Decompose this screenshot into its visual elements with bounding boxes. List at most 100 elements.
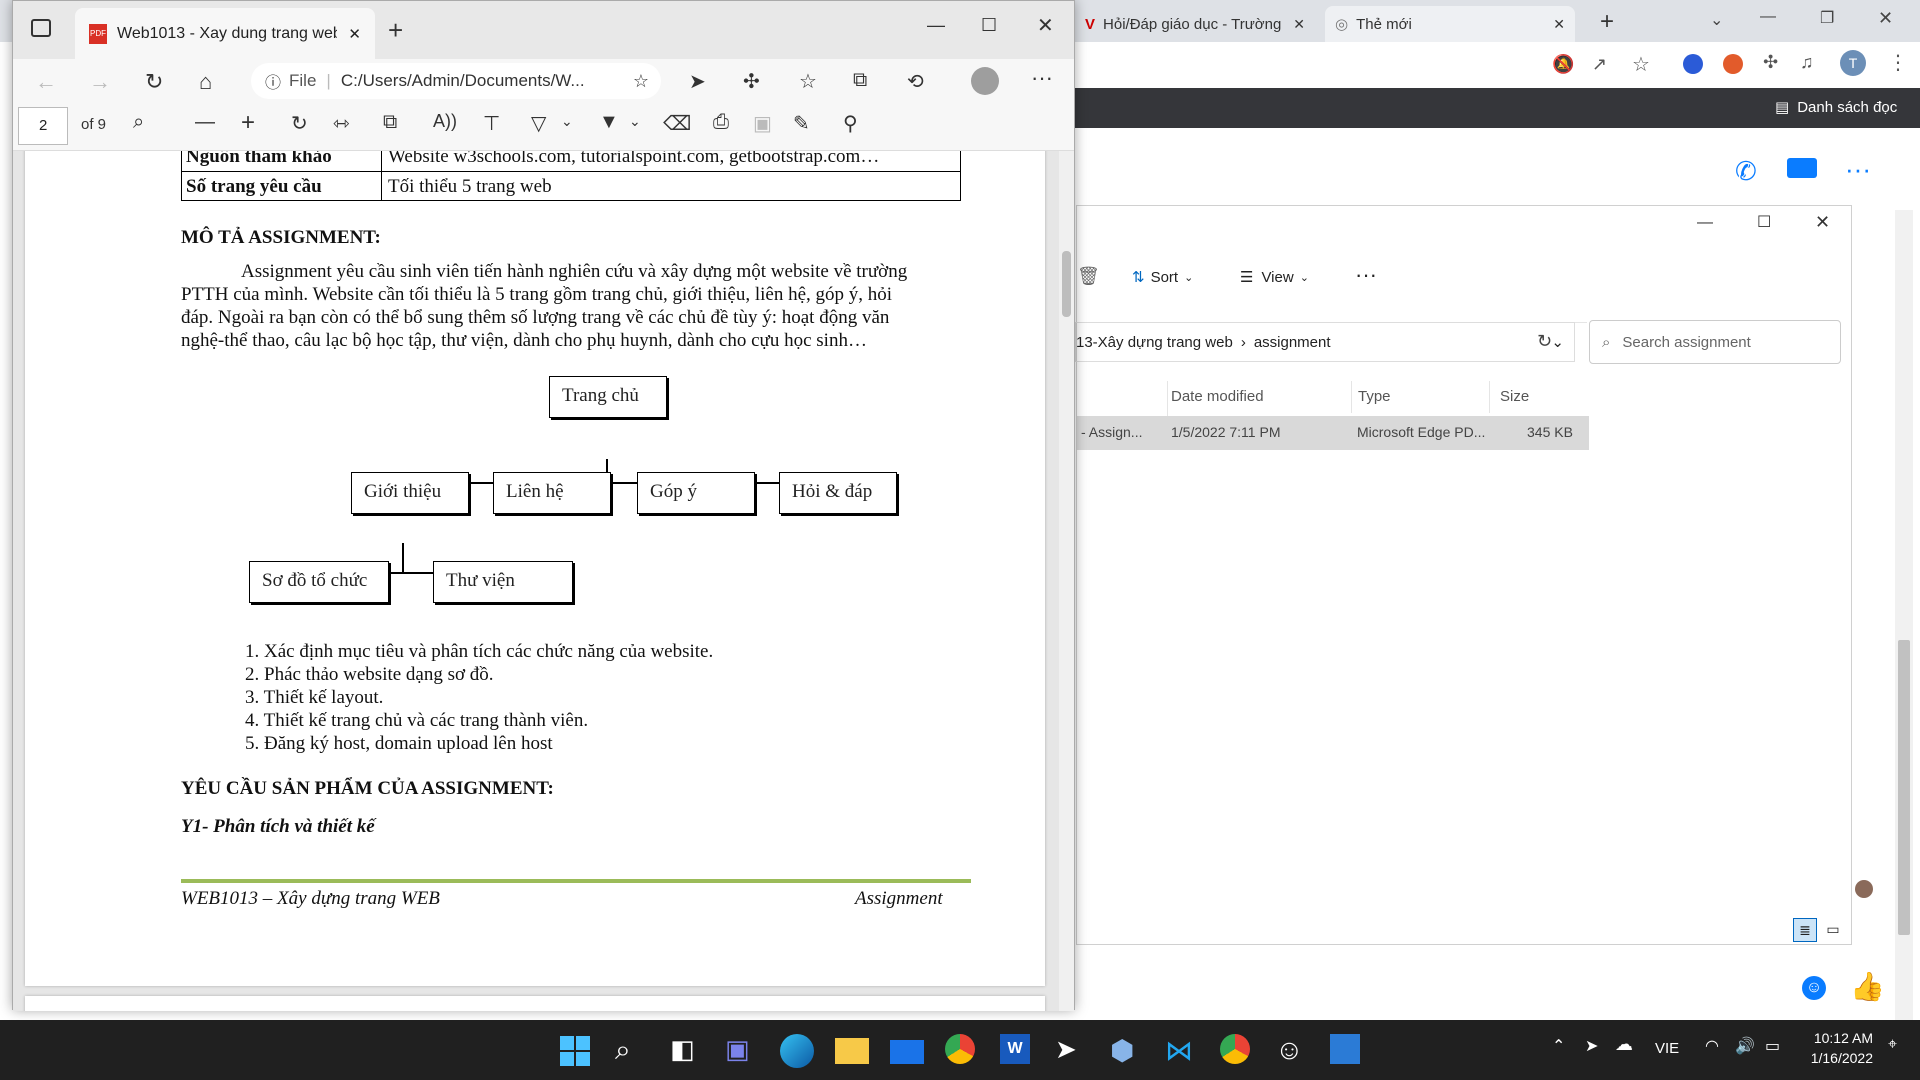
avatar[interactable]: T — [1840, 50, 1866, 76]
scrollbar-thumb[interactable] — [1062, 251, 1071, 317]
highlight-icon[interactable]: ▼ — [599, 111, 619, 134]
edge-tab-active[interactable]: PDF Web1013 - Xay dung trang web ✕ — [75, 8, 375, 59]
read-aloud-icon[interactable]: A)) — [433, 111, 457, 132]
media-icon[interactable]: ♫ — [1800, 52, 1814, 73]
extension-icon[interactable] — [1683, 54, 1703, 74]
collections-icon[interactable]: ⧉ — [853, 69, 867, 92]
file-explorer-icon[interactable] — [835, 1038, 869, 1064]
breadcrumb-item[interactable]: 13-Xây dựng trang web — [1076, 334, 1233, 351]
cursor-tray-icon[interactable]: ➤ — [1585, 1036, 1598, 1056]
star-icon[interactable]: ☆ — [1632, 52, 1650, 77]
minimize-icon[interactable]: — — [1760, 8, 1776, 26]
close-icon[interactable]: ✕ — [348, 25, 361, 43]
close-icon[interactable]: ✕ — [1293, 16, 1305, 33]
zoom-in-icon[interactable]: + — [241, 109, 255, 137]
tab-actions-icon[interactable] — [31, 19, 51, 37]
chevron-up-icon[interactable]: ⌃ — [1552, 1036, 1565, 1056]
text-icon[interactable]: ⊤ — [483, 111, 500, 136]
emoji-icon[interactable]: ☺ — [1802, 976, 1826, 1000]
chevron-down-icon[interactable]: ⌄ — [1710, 10, 1723, 30]
forward-icon[interactable]: → — [89, 69, 111, 95]
refresh-icon[interactable]: ↻ — [145, 69, 163, 95]
mute-icon[interactable]: 🔕 — [1552, 54, 1574, 75]
new-tab-icon[interactable]: + — [388, 15, 403, 46]
address-bar[interactable]: ⓘ File | C:/Users/Admin/Documents/W... ☆ — [251, 63, 661, 99]
print-icon[interactable]: ⎙ — [713, 111, 729, 134]
breadcrumb-item[interactable]: assignment — [1254, 334, 1331, 351]
close-icon[interactable]: ✕ — [1037, 13, 1054, 38]
mail-icon[interactable] — [890, 1040, 924, 1064]
zoom-out-icon[interactable]: — — [195, 111, 215, 134]
page-number-input[interactable]: 2 — [18, 107, 68, 145]
details-view-icon[interactable]: ≣ — [1793, 918, 1817, 942]
more-icon[interactable]: ⋮ — [1888, 50, 1908, 75]
edge-icon[interactable] — [780, 1034, 814, 1068]
word-icon[interactable]: W — [1000, 1034, 1030, 1064]
sort-button[interactable]: ⇅ Sort ⌄ — [1132, 268, 1193, 287]
restore-icon[interactable]: ❐ — [1820, 8, 1834, 28]
search-icon[interactable]: ⌕ — [615, 1034, 649, 1068]
search-input[interactable]: ⌕ Search assignment — [1589, 320, 1841, 364]
chrome-icon[interactable] — [945, 1034, 975, 1064]
minimize-icon[interactable]: — — [1697, 214, 1713, 232]
chat-icon[interactable]: ▣ — [725, 1034, 759, 1068]
extension-icon[interactable] — [1723, 54, 1743, 74]
search-icon[interactable]: ⌕ — [133, 111, 144, 134]
maximize-icon[interactable]: ☐ — [1757, 212, 1771, 232]
avatar[interactable] — [971, 67, 999, 95]
video-icon[interactable] — [1787, 158, 1817, 178]
close-icon[interactable]: ✕ — [1878, 8, 1893, 29]
chevron-down-icon[interactable]: ⌄ — [1551, 333, 1564, 351]
refresh-icon[interactable]: ↻ — [1537, 331, 1552, 352]
save-icon[interactable]: ▣ — [753, 111, 772, 136]
minimize-icon[interactable]: — — [927, 15, 945, 36]
new-tab-icon[interactable]: + — [1600, 8, 1614, 36]
column-header-size[interactable]: Size — [1489, 381, 1579, 413]
clock-date[interactable]: 1/16/2022 — [1803, 1050, 1873, 1066]
tiles-view-icon[interactable]: ▭ — [1821, 918, 1845, 942]
battery-icon[interactable]: ▭ — [1765, 1036, 1780, 1056]
volume-icon[interactable]: 🔊 — [1735, 1036, 1755, 1056]
emoji-app-icon[interactable]: ☺ — [1275, 1034, 1309, 1068]
home-icon[interactable]: ⌂ — [199, 69, 212, 95]
photos-icon[interactable] — [1330, 1034, 1360, 1064]
start-icon[interactable] — [558, 1034, 592, 1068]
reading-list-button[interactable]: ▤ Danh sách đọc — [1775, 98, 1897, 117]
column-header-date[interactable]: Date modified — [1171, 381, 1299, 413]
chrome-profile-icon[interactable] — [1220, 1034, 1250, 1064]
view-button[interactable]: ☰ View ⌄ — [1240, 268, 1309, 287]
scrollbar-thumb[interactable] — [1898, 640, 1910, 935]
close-icon[interactable]: ✕ — [1815, 212, 1830, 233]
phone-icon[interactable]: ✆ — [1735, 156, 1757, 187]
like-icon[interactable]: 👍 — [1850, 970, 1885, 1003]
more-icon[interactable]: ··· — [1031, 65, 1053, 91]
chevron-down-icon[interactable]: ⌄ — [629, 113, 641, 130]
notification-icon[interactable]: ⌖ — [1888, 1036, 1897, 1054]
sync-icon[interactable]: ⟲ — [907, 69, 924, 94]
more-icon[interactable]: ··· — [1355, 262, 1377, 288]
favorites-icon[interactable]: ☆ — [799, 69, 817, 94]
maximize-icon[interactable]: ☐ — [981, 15, 997, 36]
draw-icon[interactable]: ▽ — [531, 111, 546, 136]
back-icon[interactable]: ← — [35, 69, 57, 95]
rotate-icon[interactable]: ↻ — [291, 111, 308, 136]
language-indicator[interactable]: VIE — [1655, 1040, 1679, 1057]
chrome-tab-hoidap[interactable]: V Hỏi/Đáp giáo dục - Trường ✕ — [1075, 6, 1315, 42]
close-icon[interactable]: ✕ — [1553, 16, 1565, 33]
chevron-down-icon[interactable]: ⌄ — [561, 113, 573, 130]
cloud-icon[interactable]: ☁ — [1615, 1034, 1633, 1055]
column-header-type[interactable]: Type — [1351, 381, 1481, 413]
share-icon[interactable]: ↗ — [1592, 54, 1607, 75]
cursor-app-icon[interactable]: ➤ — [1055, 1034, 1089, 1068]
cursor-icon[interactable]: ➤ — [689, 69, 706, 94]
chrome-tab-new[interactable]: ◎ Thẻ mới ✕ — [1325, 6, 1575, 42]
eraser-icon[interactable]: ⌫ — [663, 111, 691, 136]
clock-time[interactable]: 10:12 AM — [1803, 1030, 1873, 1046]
task-view-icon[interactable]: ◧ — [670, 1034, 704, 1068]
address-bar[interactable]: 13-Xây dựng trang web › assignment ⌄ — [1075, 322, 1575, 362]
favorite-add-icon[interactable]: ☆ — [633, 71, 649, 92]
puzzle-icon[interactable]: ✣ — [1763, 52, 1778, 73]
vscode-icon[interactable]: ⋈ — [1165, 1034, 1199, 1068]
pin-icon[interactable]: ⚲ — [843, 111, 858, 136]
save-as-icon[interactable]: ✎ — [793, 111, 810, 136]
